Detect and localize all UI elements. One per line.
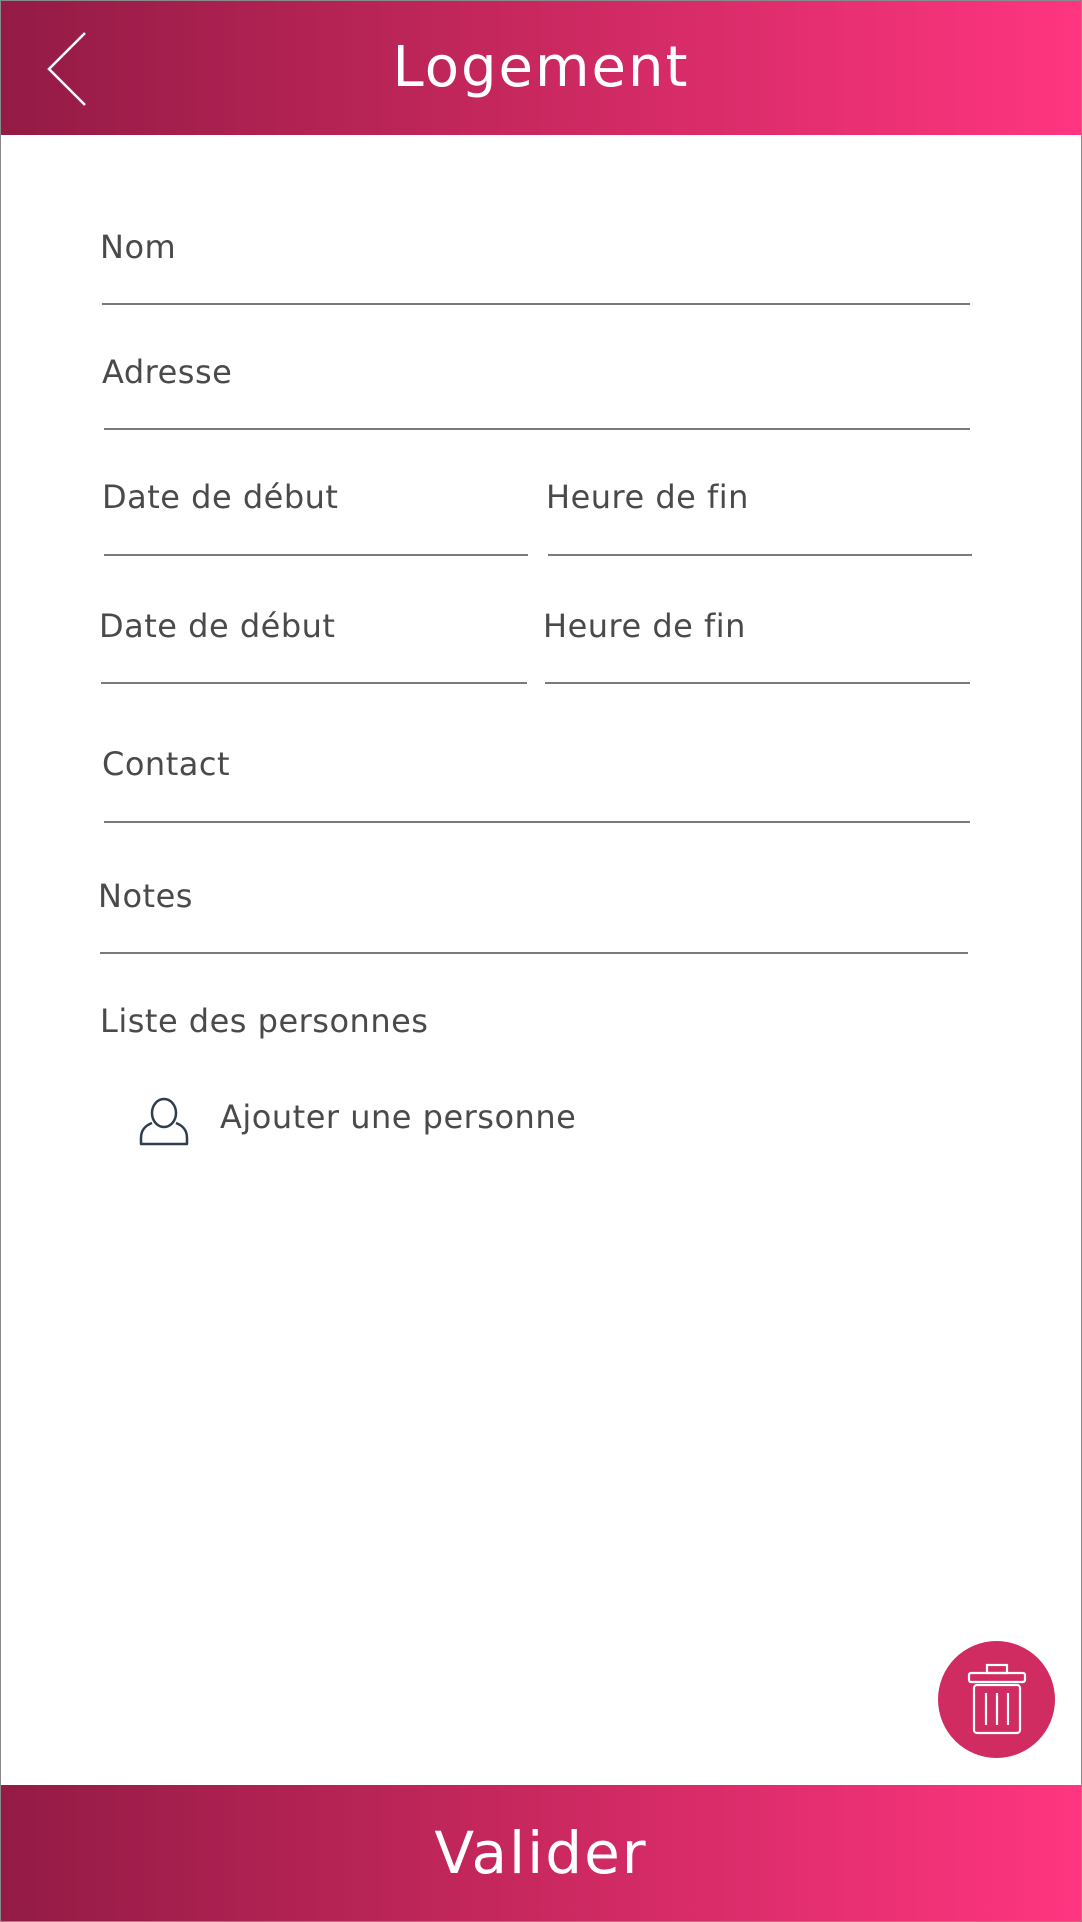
end-time-label-1: Heure de fin: [546, 478, 749, 516]
contact-field[interactable]: Contact: [102, 745, 970, 825]
end-time-label-2: Heure de fin: [543, 607, 746, 645]
nom-underline: [102, 303, 970, 305]
end-time-field-2[interactable]: Heure de fin: [543, 607, 970, 687]
header-bar: Logement: [1, 1, 1081, 135]
trash-icon: [967, 1663, 1027, 1735]
persons-section-label: Liste des personnes: [100, 1002, 429, 1040]
notes-underline: [100, 952, 968, 954]
nom-field[interactable]: Nom: [100, 228, 970, 308]
contact-underline: [104, 821, 970, 823]
notes-label: Notes: [98, 877, 193, 915]
submit-button[interactable]: Valider: [1, 1785, 1081, 1921]
start-date-field-2[interactable]: Date de début: [99, 607, 527, 687]
notes-field[interactable]: Notes: [98, 877, 968, 957]
add-person-label: Ajouter une personne: [220, 1098, 577, 1136]
delete-button[interactable]: [938, 1641, 1055, 1758]
add-person-button[interactable]: Ajouter une personne: [138, 1090, 638, 1150]
user-icon: [139, 1097, 189, 1146]
end-time-underline-2: [545, 682, 970, 684]
end-time-underline-1: [548, 554, 972, 556]
adresse-label: Adresse: [102, 353, 233, 391]
contact-label: Contact: [102, 745, 230, 783]
start-date-underline-2: [101, 682, 527, 684]
adresse-underline: [104, 428, 970, 430]
submit-label: Valider: [434, 1819, 648, 1887]
page-title: Logement: [392, 35, 690, 100]
nom-label: Nom: [100, 228, 177, 266]
start-date-label-2: Date de début: [99, 607, 336, 645]
adresse-field[interactable]: Adresse: [102, 353, 970, 433]
start-date-label-1: Date de début: [102, 478, 339, 516]
start-date-underline-1: [104, 554, 528, 556]
start-date-field-1[interactable]: Date de début: [102, 478, 528, 558]
end-time-field-1[interactable]: Heure de fin: [546, 478, 972, 558]
